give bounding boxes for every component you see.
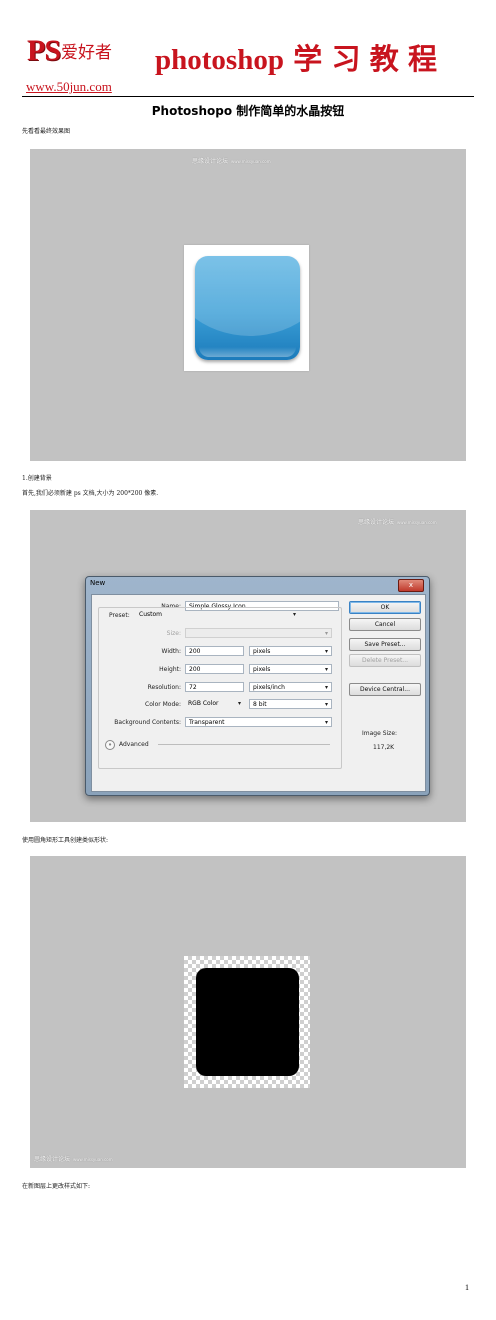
transparent-canvas xyxy=(184,956,310,1088)
site-url-link[interactable]: www.50jun.com xyxy=(26,80,112,94)
width-unit-select[interactable]: pixels xyxy=(249,646,332,656)
color-mode-label: Color Mode: xyxy=(145,701,181,708)
dialog-title: New xyxy=(90,579,106,587)
rounded-rectangle-figure: 思缘设计论坛 www.missyuan.com xyxy=(30,856,466,1168)
background-contents-label: Background Contents: xyxy=(114,719,181,726)
preset-select[interactable]: Custom xyxy=(136,610,299,620)
header-divider xyxy=(22,96,474,97)
new-document-figure: 思缘设计论坛 www.missyuan.com New x Name: Simpl… xyxy=(30,510,466,822)
document-title: Photoshopo 制作简单的水晶按钮 xyxy=(151,104,345,118)
site-logo: PS 爱好者 xyxy=(27,36,112,66)
watermark: 思缘设计论坛 www.missyuan.com xyxy=(192,158,271,165)
watermark: 思缘设计论坛 www.missyuan.com xyxy=(34,1156,113,1163)
rounded-rectangle-shape xyxy=(196,968,299,1076)
height-unit-select[interactable]: pixels xyxy=(249,664,332,674)
advanced-toggle-label[interactable]: Advanced xyxy=(119,741,149,748)
cancel-button[interactable]: Cancel xyxy=(349,618,421,631)
logo-cn-text: 爱好者 xyxy=(61,43,113,63)
size-label: Size: xyxy=(166,630,181,637)
bit-depth-select[interactable]: 8 bit xyxy=(249,699,332,709)
image-size-value: 117,2K xyxy=(373,744,395,751)
device-central-button[interactable]: Device Central... xyxy=(349,683,421,696)
close-icon[interactable]: x xyxy=(398,579,424,592)
size-select[interactable] xyxy=(185,628,332,638)
color-mode-select[interactable]: RGB Color xyxy=(185,699,244,709)
page-number: 1 xyxy=(465,1283,469,1292)
glossy-blue-button xyxy=(195,256,300,360)
width-field[interactable]: 200 xyxy=(185,646,244,656)
step1-heading: 1.创建背景 xyxy=(22,475,52,482)
step1-text: 首先,我们必须新建 ps 文档,大小为 200*200 像素. xyxy=(22,490,159,497)
advanced-divider xyxy=(158,744,330,745)
width-label: Width: xyxy=(161,648,181,655)
resolution-field[interactable]: 72 xyxy=(185,682,244,692)
watermark: 思缘设计论坛 www.missyuan.com xyxy=(358,519,437,526)
resolution-label: Resolution: xyxy=(147,684,181,691)
intro-paragraph: 先看看最终效果图 xyxy=(22,128,71,135)
preset-label: Preset: xyxy=(107,612,132,619)
height-label: Height: xyxy=(159,666,181,673)
step3-text: 在新图层上更改样式如下: xyxy=(22,1183,91,1190)
resolution-unit-select[interactable]: pixels/inch xyxy=(249,682,332,692)
step2-text: 使用圆角矩形工具创建类似形状: xyxy=(22,837,109,844)
background-contents-select[interactable]: Transparent xyxy=(185,717,332,727)
icon-canvas xyxy=(184,245,309,371)
dialog-body: Name: Simple Glossy Icon Preset: Custom … xyxy=(91,594,426,792)
final-result-figure: 思缘设计论坛 www.missyuan.com xyxy=(30,149,466,461)
save-preset-button[interactable]: Save Preset... xyxy=(349,638,421,651)
logo-ps-text: PS xyxy=(27,34,61,67)
image-size-label: Image Size: xyxy=(362,730,398,737)
delete-preset-button[interactable]: Delete Preset... xyxy=(349,654,421,667)
ok-button[interactable]: OK xyxy=(349,601,421,614)
height-field[interactable]: 200 xyxy=(185,664,244,674)
header-title: photoshop 学 习 教 程 xyxy=(155,44,437,76)
chevron-down-icon[interactable]: » xyxy=(105,740,115,750)
new-document-dialog: New x Name: Simple Glossy Icon Preset: C… xyxy=(85,576,430,796)
